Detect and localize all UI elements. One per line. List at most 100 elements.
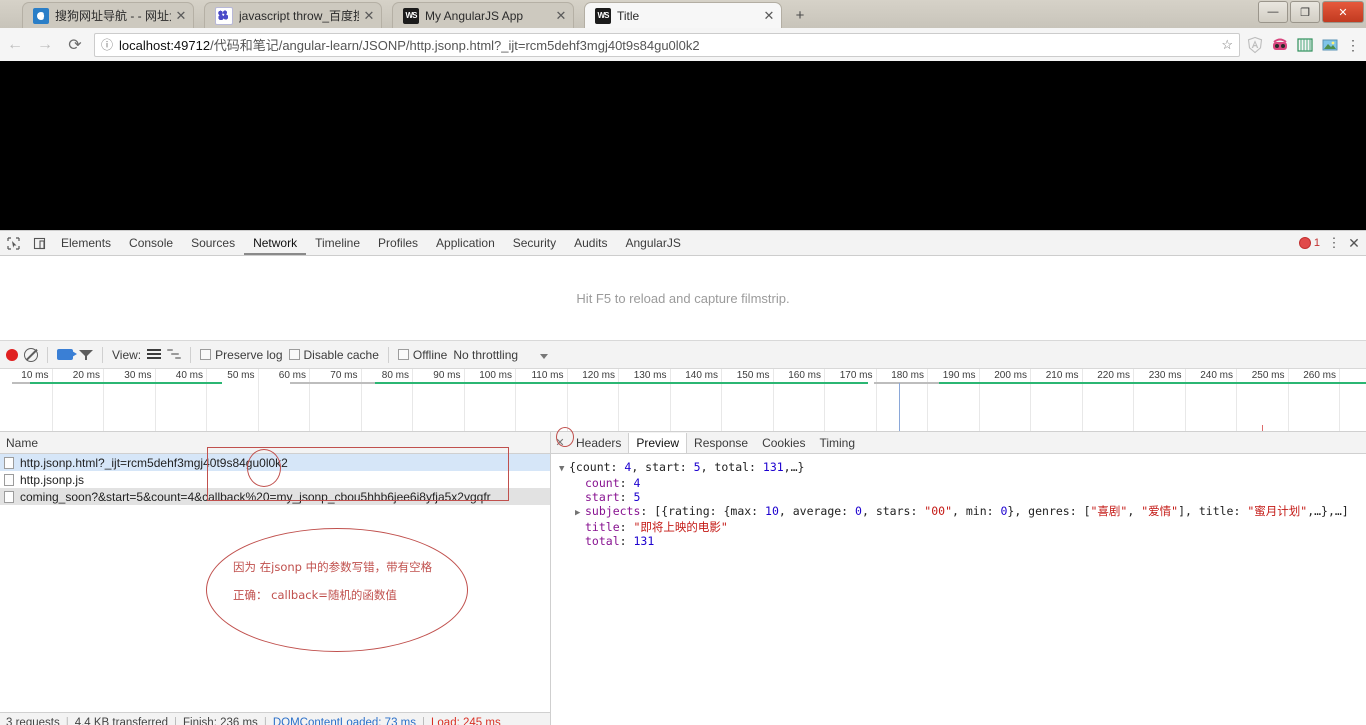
json-line: ▼ {count: 4, start: 5, total: 131,…} bbox=[559, 460, 1366, 476]
timeline-tick bbox=[1287, 369, 1289, 431]
json-token: ,…} bbox=[783, 460, 805, 474]
detail-close-icon[interactable]: ✕ bbox=[551, 436, 569, 449]
detail-tab-preview[interactable]: Preview bbox=[628, 432, 688, 453]
json-token: 131 bbox=[762, 460, 784, 474]
close-icon[interactable]: ✕ bbox=[761, 8, 777, 24]
inspect-icon[interactable] bbox=[0, 231, 26, 255]
timeline-tick-label: 110 ms bbox=[531, 370, 564, 381]
browser-menu-icon[interactable]: ⋮ bbox=[1346, 36, 1360, 54]
preserve-log-checkbox[interactable]: Preserve log bbox=[200, 348, 283, 362]
throttling-select[interactable]: No throttling bbox=[453, 348, 518, 362]
devtools-tab-profiles[interactable]: Profiles bbox=[369, 232, 427, 255]
timeline-tick-label: 40 ms bbox=[175, 370, 203, 381]
waterfall-view-icon[interactable] bbox=[167, 349, 182, 360]
browser-tab-0[interactable]: 搜狗网址导航 - - 网址大全 ✕ bbox=[22, 2, 194, 28]
camera-icon[interactable] bbox=[57, 349, 77, 360]
list-view-icon[interactable] bbox=[147, 349, 162, 360]
close-icon[interactable]: ✕ bbox=[361, 8, 377, 24]
offline-checkbox[interactable]: Offline bbox=[397, 348, 447, 362]
disclosure-triangle-icon[interactable]: ▶ bbox=[575, 506, 585, 520]
timeline-tick-label: 240 ms bbox=[1200, 370, 1233, 381]
json-token: 5 bbox=[693, 460, 701, 474]
timeline-tick-label: 190 ms bbox=[942, 370, 976, 381]
address-bar[interactable]: ⓘ localhost:49712/代码和笔记/angular-learn/JS… bbox=[94, 32, 1240, 57]
maximize-button[interactable]: ❐ bbox=[1290, 1, 1320, 23]
timeline-tick-label: 180 ms bbox=[891, 370, 924, 381]
devtools-tab-bar-right: 1 ⋮ ✕ bbox=[1295, 231, 1364, 255]
json-preview[interactable]: ▼ {count: 4, start: 5, total: 131,…} count… bbox=[551, 454, 1366, 548]
disable-cache-checkbox[interactable]: Disable cache bbox=[288, 348, 379, 362]
script-icon bbox=[4, 490, 14, 503]
address-bar-url: localhost:49712/代码和笔记/angular-learn/JSON… bbox=[119, 35, 1215, 54]
json-token: "00" bbox=[924, 504, 952, 518]
record-icon[interactable] bbox=[6, 348, 18, 361]
devtools-tab-audits[interactable]: Audits bbox=[565, 232, 616, 255]
devtools-menu-icon[interactable]: ⋮ bbox=[1326, 235, 1342, 251]
json-token: 4 bbox=[633, 476, 641, 490]
back-icon[interactable]: ← bbox=[0, 31, 30, 59]
image-extension-icon[interactable] bbox=[1321, 36, 1339, 54]
network-timeline-ruler[interactable]: 10 ms 20 ms 30 ms 40 ms 50 ms 60 ms 70 ms 80 ms… bbox=[0, 369, 1366, 432]
ruler-extension-icon[interactable] bbox=[1296, 36, 1314, 54]
detail-tab-headers[interactable]: Headers bbox=[569, 433, 628, 453]
toolbar-separator bbox=[387, 346, 389, 363]
page-info-icon[interactable]: ⓘ bbox=[101, 36, 113, 53]
devtools-tab-security[interactable]: Security bbox=[504, 232, 565, 255]
timeline-tick bbox=[566, 369, 568, 431]
disclosure-triangle-icon[interactable]: ▼ bbox=[559, 462, 569, 476]
json-token: : [{rating: {max: bbox=[640, 504, 766, 518]
table-row[interactable]: http.jsonp.js bbox=[0, 471, 550, 488]
json-token: , min: bbox=[952, 504, 1001, 518]
minimize-button[interactable]: — bbox=[1258, 1, 1288, 23]
url-host: localhost:49712 bbox=[119, 38, 211, 53]
timeline-tick bbox=[1030, 369, 1031, 431]
transferred-size: 4.4 KB transferred bbox=[74, 717, 169, 725]
devtools-close-icon[interactable]: ✕ bbox=[1344, 235, 1364, 252]
browser-tab-2[interactable]: WS My AngularJS App ✕ bbox=[392, 2, 574, 28]
error-count-badge[interactable]: 1 bbox=[1295, 237, 1324, 249]
detail-tab-cookies[interactable]: Cookies bbox=[755, 433, 812, 453]
dom-content-loaded-time: DOMContentLoaded: 73 ms bbox=[272, 717, 417, 725]
devtools-extension-icon[interactable] bbox=[1271, 36, 1289, 54]
json-token: title bbox=[585, 520, 620, 534]
bookmark-star-icon[interactable]: ☆ bbox=[1221, 37, 1233, 53]
table-row[interactable]: coming_soon?&start=5&count=4&callback%20… bbox=[0, 488, 550, 505]
detail-tab-response[interactable]: Response bbox=[687, 433, 755, 453]
network-toolbar: View: Preserve log Disable cache Offline bbox=[0, 341, 1366, 369]
json-line: total: 131 bbox=[559, 534, 1366, 548]
devtools-tab-sources[interactable]: Sources bbox=[182, 232, 244, 255]
json-token: : bbox=[619, 534, 634, 548]
device-toolbar-icon[interactable] bbox=[26, 231, 52, 255]
devtools-tab-application[interactable]: Application bbox=[427, 232, 504, 255]
devtools-tab-angularjs[interactable]: AngularJS bbox=[616, 232, 689, 255]
timeline-tick bbox=[1184, 369, 1186, 431]
forward-icon[interactable]: → bbox=[30, 31, 60, 59]
browser-tab-3-active[interactable]: WS Title ✕ bbox=[584, 2, 782, 28]
network-status-bar: 3 requests | 4.4 KB transferred | Finish… bbox=[0, 712, 550, 725]
browser-tab-1[interactable]: javascript throw_百度搜索 ✕ bbox=[204, 2, 382, 28]
devtools-tab-elements[interactable]: Elements bbox=[52, 232, 120, 255]
timeline-tick bbox=[51, 369, 53, 431]
json-token: ,…},…] bbox=[1307, 504, 1349, 518]
detail-tab-timing[interactable]: Timing bbox=[812, 433, 862, 453]
new-tab-button[interactable]: + bbox=[788, 6, 812, 26]
close-icon[interactable]: ✕ bbox=[173, 8, 189, 24]
sogou-icon bbox=[33, 7, 49, 24]
devtools-tab-timeline[interactable]: Timeline bbox=[306, 232, 369, 255]
browser-toolbar: ← → ⟳ ⓘ localhost:49712/代码和笔记/angular-le… bbox=[0, 28, 1366, 62]
json-token: total bbox=[585, 534, 620, 548]
window-close-button[interactable]: ✕ bbox=[1322, 1, 1364, 23]
json-line: title: "即将上映的电影" bbox=[559, 520, 1366, 534]
angular-icon[interactable] bbox=[1246, 36, 1264, 54]
table-row[interactable]: http.jsonp.html?_ijt=rcm5dehf3mgj40t9s84… bbox=[0, 454, 550, 471]
devtools-tab-network[interactable]: Network bbox=[244, 232, 307, 255]
throttling-caret[interactable] bbox=[540, 348, 549, 362]
filter-icon[interactable] bbox=[79, 349, 93, 361]
timeline-tick-label: 150 ms bbox=[736, 370, 770, 381]
devtools-tab-bar: Elements Console Sources Network Timelin… bbox=[0, 231, 1366, 256]
clear-icon[interactable] bbox=[24, 347, 38, 362]
devtools-tab-console[interactable]: Console bbox=[120, 232, 182, 255]
reload-icon[interactable]: ⟳ bbox=[60, 31, 90, 59]
close-icon[interactable]: ✕ bbox=[553, 8, 569, 24]
column-header-name[interactable]: Name bbox=[6, 436, 38, 450]
